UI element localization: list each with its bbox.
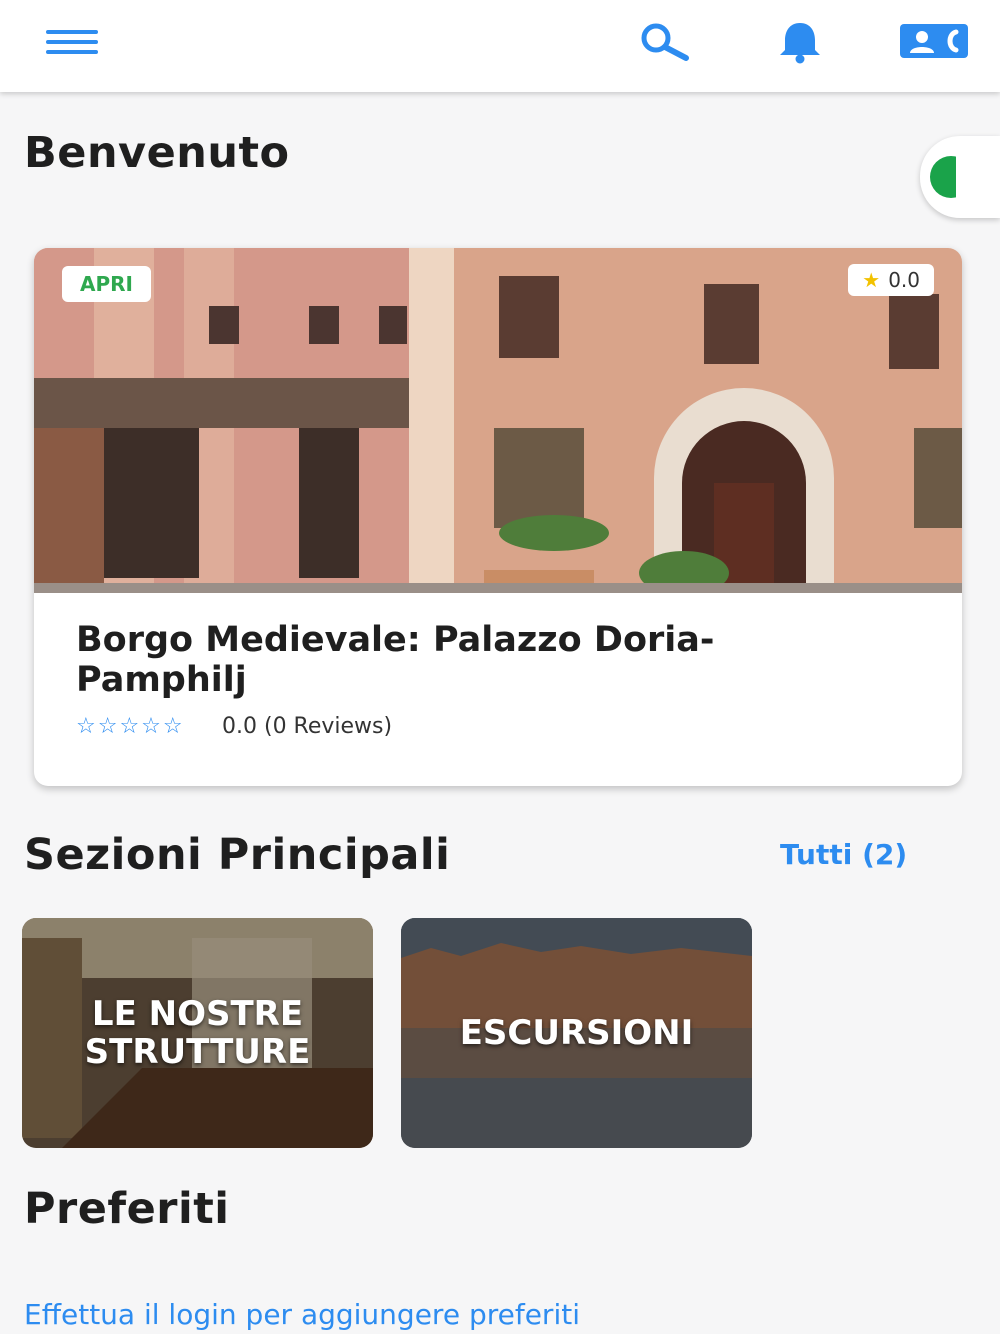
see-all-sections-link[interactable]: Tutti (2) <box>780 838 907 871</box>
contact-card-icon[interactable] <box>898 22 970 60</box>
login-to-add-favorites-link[interactable]: Effettua il login per aggiungere preferi… <box>24 1298 580 1331</box>
search-icon[interactable] <box>638 22 692 62</box>
welcome-title: Benvenuto <box>24 128 290 178</box>
featured-place-card[interactable]: APRI ★ 0.0 Borgo Medievale: Palazzo Doria… <box>34 248 962 786</box>
section-tile-excursions[interactable]: ESCURSIONI <box>401 918 752 1148</box>
reviews-count: 0.0 (0 Reviews) <box>222 714 393 739</box>
featured-place-title: Borgo Medievale: Palazzo Doria-Pamphilj <box>76 620 715 700</box>
top-app-bar <box>0 0 1000 92</box>
favorites-title: Preferiti <box>24 1184 230 1234</box>
rating-stars-icon: ☆☆☆☆☆ <box>76 714 185 739</box>
featured-place-image <box>34 248 962 593</box>
open-status-badge: APRI <box>62 266 151 302</box>
rating-badge-value: 0.0 <box>888 268 920 292</box>
section-tile-label: LE NOSTRE STRUTTURE <box>84 994 311 1072</box>
menu-icon[interactable] <box>46 28 100 56</box>
floating-status-toggle[interactable] <box>920 136 1000 218</box>
star-icon: ★ <box>862 268 881 292</box>
section-tile-label: ESCURSIONI <box>459 1013 694 1053</box>
main-sections-title: Sezioni Principali <box>24 830 451 880</box>
section-tile-structures[interactable]: LE NOSTRE STRUTTURE <box>22 918 373 1148</box>
rating-badge: ★ 0.0 <box>848 264 934 296</box>
bell-icon[interactable] <box>775 20 825 64</box>
